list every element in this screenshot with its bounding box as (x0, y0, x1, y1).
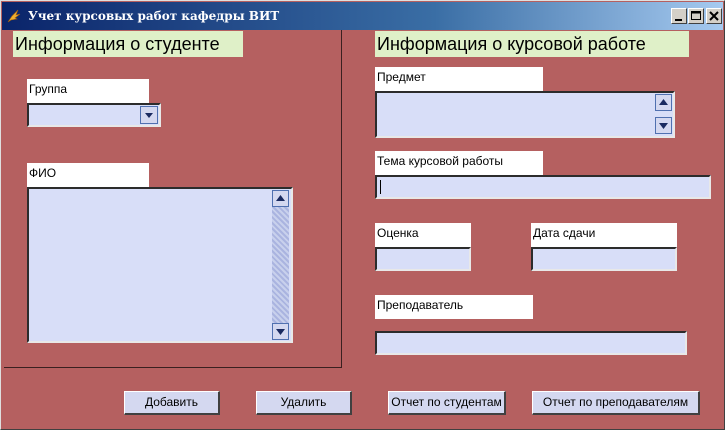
chevron-down-icon (141, 110, 157, 127)
arrow-up-icon (273, 193, 288, 210)
report-teachers-button[interactable]: Отчет по преподавателям (532, 391, 700, 415)
coursework-section-title: Информация о курсовой работе (375, 31, 689, 57)
group-combobox[interactable] (27, 103, 161, 127)
delete-button[interactable]: Удалить (256, 391, 352, 415)
minimize-icon (672, 10, 686, 27)
window-title: Учет курсовых работ кафедры ВИТ (28, 9, 280, 23)
topic-input[interactable] (375, 175, 711, 199)
fio-listbox[interactable] (27, 187, 293, 343)
maximize-icon (689, 10, 703, 27)
fio-label: ФИО (27, 163, 149, 187)
subject-label: Предмет (375, 67, 543, 91)
fio-scroll-down-button[interactable] (272, 323, 289, 340)
main-window: Учет курсовых работ кафедры ВИТ Информац… (0, 0, 725, 430)
teacher-input[interactable] (375, 331, 687, 355)
arrow-down-icon (273, 326, 288, 343)
report-students-button[interactable]: Отчет по студентам (388, 391, 506, 415)
topic-label: Тема курсовой работы (375, 151, 543, 175)
maximize-button[interactable] (688, 8, 704, 24)
feather-icon (6, 8, 22, 24)
text-cursor (380, 180, 381, 194)
fio-scrollbar[interactable] (272, 190, 289, 340)
date-input[interactable] (531, 247, 677, 271)
add-button[interactable]: Добавить (124, 391, 220, 415)
fio-scroll-up-button[interactable] (272, 190, 289, 207)
minimize-button[interactable] (671, 8, 687, 24)
teacher-label: Преподаватель (375, 295, 533, 319)
arrow-up-icon (656, 97, 671, 114)
group-label: Группа (27, 79, 149, 103)
close-button[interactable] (706, 8, 722, 24)
arrow-down-icon (656, 120, 671, 137)
student-section-title: Информация о студенте (13, 31, 243, 57)
subject-scroll-up-button[interactable] (655, 94, 672, 111)
subject-listbox[interactable] (375, 91, 675, 138)
close-icon (707, 10, 721, 27)
date-label: Дата сдачи (531, 223, 677, 247)
grade-input[interactable] (375, 247, 471, 271)
grade-label: Оценка (375, 223, 471, 247)
subject-scroll-down-button[interactable] (655, 117, 672, 134)
title-bar[interactable]: Учет курсовых работ кафедры ВИТ (2, 2, 723, 30)
group-dropdown-button[interactable] (140, 106, 158, 124)
